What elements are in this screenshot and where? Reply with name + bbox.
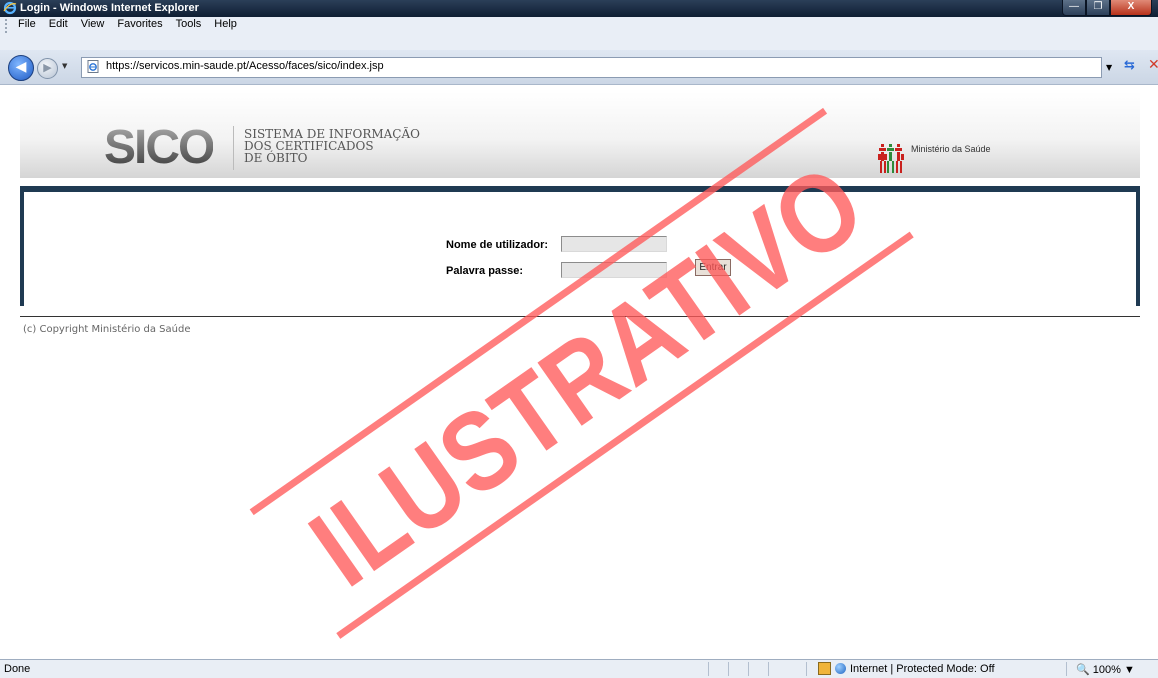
stop-icon[interactable]: ✕ [1148,57,1158,73]
status-bar: Done Internet | Protected Mode: Off 🔍 10… [0,659,1158,678]
back-button[interactable]: ◀ [8,55,34,81]
close-window-button[interactable]: X [1110,0,1152,16]
copyright-text: (c) Copyright Ministério da Saúde [23,324,191,335]
menu-help[interactable]: Help [214,18,237,30]
internet-zone-icon [835,663,846,674]
footer-divider [20,316,1140,317]
logo-separator [233,126,234,170]
page-content: SICO SISTEMA DE INFORMAÇÃO DOS CERTIFICA… [10,86,1148,659]
navigation-bar: ◀ ▶ ▼ https://servicos.min-saude.pt/Aces… [0,50,1158,85]
maximize-button[interactable]: ❐ [1086,0,1110,16]
status-divider [708,662,709,676]
status-divider [728,662,729,676]
password-field[interactable] [561,262,667,278]
minimize-button[interactable]: — [1062,0,1086,16]
sico-subtitle: SISTEMA DE INFORMAÇÃO DOS CERTIFICADOS D… [244,128,420,164]
address-url[interactable]: https://servicos.min-saude.pt/Acesso/fac… [106,60,384,72]
menu-favorites[interactable]: Favorites [117,18,162,30]
menu-bar: File Edit View Favorites Tools Help [0,17,1158,50]
forward-button[interactable]: ▶ [37,58,58,79]
status-divider [748,662,749,676]
sico-logo: SICO [104,121,215,174]
zoom-control[interactable]: 🔍 100% ▼ [1076,663,1135,676]
ie-logo-icon [3,1,17,15]
page-icon [87,60,99,73]
subtitle-line: DE ÓBITO [244,151,308,165]
address-dropdown-icon[interactable]: ▼ [1106,63,1112,72]
username-label: Nome de utilizador: [446,239,549,251]
menu-tools[interactable]: Tools [176,18,202,30]
address-bar[interactable]: https://servicos.min-saude.pt/Acesso/fac… [81,57,1102,78]
scrollbar-area[interactable] [1148,86,1158,659]
ministry-label: Ministério da Saúde [911,144,991,154]
menu-edit[interactable]: Edit [49,18,68,30]
status-text: Done [4,663,31,675]
zoom-icon: 🔍 [1076,664,1090,676]
zone-text: Internet | Protected Mode: Off [850,662,995,675]
security-zone[interactable]: Internet | Protected Mode: Off [818,662,995,675]
menu-file[interactable]: File [18,18,36,30]
status-divider [768,662,769,676]
site-header: SICO SISTEMA DE INFORMAÇÃO DOS CERTIFICA… [20,92,1140,178]
zoom-dropdown-icon: ▼ [1123,664,1135,676]
login-submit-button[interactable]: Entrar [695,259,731,276]
menu-view[interactable]: View [81,18,105,30]
ministry-emblem-icon [878,144,904,173]
status-divider [1066,662,1067,676]
protected-mode-icon [818,662,831,675]
username-field[interactable] [561,236,667,252]
window-title-bar: Login - Windows Internet Explorer — ❐ X [0,0,1158,17]
refresh-icon[interactable]: ⇆ [1124,58,1135,73]
history-dropdown-icon[interactable]: ▼ [62,62,67,70]
status-divider [806,662,807,676]
login-panel: Nome de utilizador: Palavra passe: Entra… [20,186,1140,306]
zoom-level: 100% [1092,664,1121,676]
toolbar-grip [5,19,9,33]
password-label: Palavra passe: [446,265,524,277]
window-title: Login - Windows Internet Explorer [20,2,199,14]
